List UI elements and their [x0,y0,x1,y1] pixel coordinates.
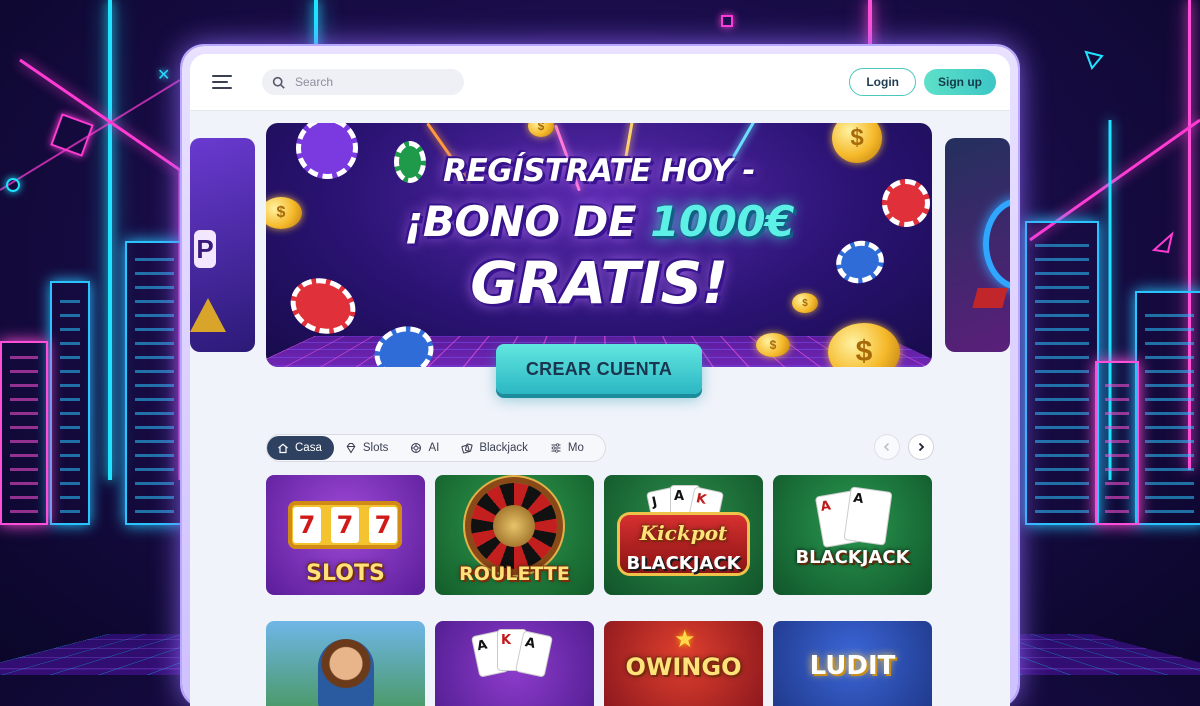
tab-label: Mo [567,442,584,454]
character-portrait [318,639,374,706]
reel-symbol: 7 [331,507,359,543]
neon-ring-deco [983,198,1010,290]
game-title: OWINGO [625,653,742,681]
search-input[interactable] [293,74,447,90]
hero-bonus-amount: 1000€ [650,197,794,246]
login-button[interactable]: Login [849,68,916,96]
tab-more[interactable]: Mo [539,436,595,460]
app-window: Login Sign up P REGÍSTRATE HOY - ¡BONO D… [182,46,1018,706]
neon-tower [125,241,184,525]
neon-triangle-deco [1151,231,1174,254]
carousel-prev-button[interactable] [874,434,900,460]
game-tile-roulette[interactable]: ROULETTE [435,475,594,595]
game-title-script: Kickpot [639,521,728,545]
gold-coin: $ [792,293,818,313]
search-box[interactable] [262,69,464,95]
reel-symbol: 7 [293,507,321,543]
game-title: BLACKJACK [795,547,910,568]
cards-icon [461,443,473,454]
carousel-prev-slide[interactable]: P [190,138,255,352]
game-title: SLOTS [306,561,385,586]
neon-circle-deco [6,178,20,192]
tab-label: AI [428,442,440,454]
hamburger-menu-icon[interactable] [212,75,232,89]
slot-reels: 7 7 7 [288,501,402,549]
hero-headline-line2: ¡BONO DE 1000€ [266,197,932,246]
neon-tower [50,281,90,525]
sliders-icon [551,443,561,453]
tab-ai[interactable]: AI [399,436,450,460]
game-title: BLACKJACK [626,553,741,574]
gold-coin: $ [756,333,790,357]
neon-beam-mid [314,0,318,50]
gold-shard-deco [190,298,226,332]
create-account-button[interactable]: CREAR CUENTA [496,344,702,394]
prev-slide-badge: P [194,230,216,268]
gold-coin: $ [528,123,554,137]
game-tile-owingo[interactable]: ★ OWINGO [604,621,763,706]
app-screen: Login Sign up P REGÍSTRATE HOY - ¡BONO D… [190,54,1010,706]
tab-label: Casa [295,442,322,454]
neon-tower [0,341,48,525]
roulette-wheel-icon [471,483,557,569]
casino-chip-red [882,179,930,227]
neon-tower [1095,361,1139,525]
game-title: ROULETTE [459,563,570,585]
reel-symbol: 7 [369,507,397,543]
tab-casa[interactable]: Casa [267,436,334,460]
neon-tower [1135,291,1200,525]
neon-beam-right [868,0,872,50]
chevron-left-icon [883,442,890,452]
game-tile-slots[interactable]: 7 7 7 SLOTS [266,475,425,595]
tab-label: Slots [362,442,389,454]
carousel-next-slide[interactable] [945,138,1010,352]
casino-chip-green [394,141,426,183]
hero-banner[interactable]: REGÍSTRATE HOY - ¡BONO DE 1000€ GRATIS! … [266,123,932,367]
hero-headline-line1: REGÍSTRATE HOY - [443,153,755,189]
roulette-icon [411,442,422,454]
gold-coin: $ [828,323,900,367]
search-icon [272,76,285,89]
pedestal-deco [972,288,1008,308]
gem-icon [346,442,356,454]
game-tile-blackjack[interactable]: A A BLACKJACK [773,475,932,595]
chevron-right-icon [918,442,925,452]
game-tile-kickpot-blackjack[interactable]: J A K Kickpot BLACKJACK [604,475,763,595]
neon-square-deco [721,15,733,27]
hero-bonus-prefix: ¡BONO DE [404,197,651,246]
hero-headline-line3: GRATIS! [470,249,728,317]
playing-card: A [843,486,893,546]
carousel-next-button[interactable] [908,434,934,460]
neon-triangle-deco [1084,50,1104,70]
casino-chip-blue [367,318,441,367]
tab-label: Blackjack [479,442,528,454]
tab-slots[interactable]: Slots [334,436,400,460]
game-title: LUDIT [809,651,896,681]
game-tile-poker[interactable]: A K A [435,621,594,706]
neon-tower [1025,221,1099,525]
tab-blackjack[interactable]: Blackjack [450,436,539,460]
neon-x-deco: ✕ [157,67,171,84]
game-tile-ludit[interactable]: LUDIT [773,621,932,706]
top-nav-bar: Login Sign up [190,54,1010,111]
home-icon [278,443,288,454]
category-tabs: Casa Slots AI Blackjack Mo [266,434,606,462]
star-icon: ★ [674,626,696,653]
game-tile-adventure[interactable] [266,621,425,706]
signup-button[interactable]: Sign up [924,69,996,95]
